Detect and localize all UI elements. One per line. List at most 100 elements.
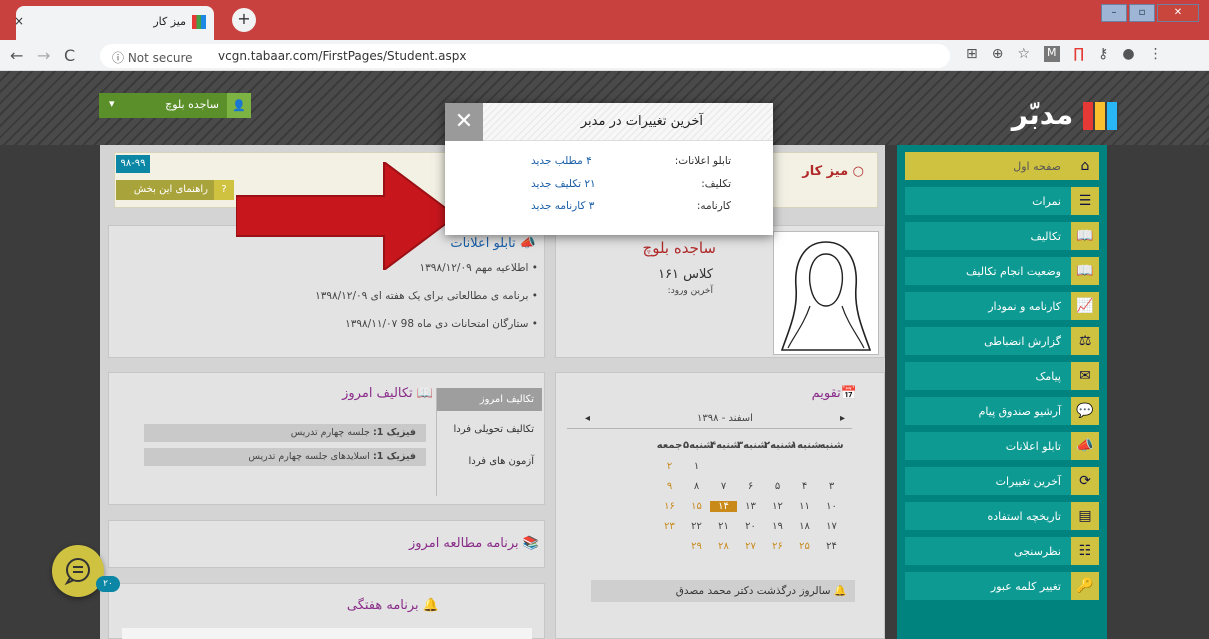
calendar-day[interactable]: ۱۶	[656, 501, 683, 512]
minimize-button[interactable]: –	[1101, 4, 1127, 22]
new-tab-button[interactable]: +	[232, 8, 256, 32]
calendar-day[interactable]: ۲۸	[710, 541, 737, 552]
star-icon[interactable]: ☆	[1017, 46, 1030, 62]
calendar-day[interactable]: ۲۳	[656, 521, 683, 532]
extension-m-icon[interactable]: M	[1044, 46, 1060, 62]
calendar-day[interactable]: ۷	[710, 481, 737, 492]
calendar-week: ۲۴ ۲۵ ۲۶ ۲۷ ۲۸ ۲۹	[656, 541, 845, 552]
calendar-day[interactable]: ۲۵	[791, 541, 818, 552]
calendar-day[interactable]: ۸	[683, 481, 710, 492]
modal-row-link[interactable]: ۳ کارنامه جدید	[531, 200, 594, 212]
calendar-day[interactable]: ۵	[764, 481, 791, 492]
modal-row-link[interactable]: ۴ مطلب جدید	[531, 155, 592, 167]
extension-n-icon[interactable]: ∏	[1074, 46, 1085, 62]
calendar-day[interactable]: ۱۱	[791, 501, 818, 512]
calendar-day[interactable]: ۱۹	[764, 521, 791, 532]
books-stack-icon: 📚	[518, 536, 539, 551]
sidebar-item[interactable]: 🔑 تغییر کلمه عبور	[905, 572, 1099, 600]
sidebar-item[interactable]: ✉ پیامک	[905, 362, 1099, 390]
tab-tomorrow-exams[interactable]: آزمون های فردا	[437, 450, 542, 473]
site-logo[interactable]: مدبّر	[1012, 98, 1119, 131]
calendar-day[interactable]: ۱۵	[683, 501, 710, 512]
homework-title: 📖 تکالیف امروز	[342, 386, 433, 401]
user-menu-button[interactable]: 👤 ساجده بلوچ ▾	[99, 93, 251, 118]
tab-close-icon[interactable]: ×	[14, 14, 24, 28]
calendar-day[interactable]: ۱۴	[710, 501, 737, 512]
profile-icon[interactable]: ●	[1122, 46, 1134, 62]
tab-tomorrow-homework[interactable]: تکالیف تحویلی فردا	[437, 418, 542, 441]
homework-subject: فیزیک 1:	[372, 451, 416, 462]
sidebar-item-label: تغییر کلمه عبور	[990, 579, 1061, 593]
modal-close-button[interactable]: ✕	[445, 103, 483, 141]
calendar-next-button[interactable]: ▸	[840, 413, 845, 424]
translate-icon[interactable]: ⊞	[966, 46, 978, 62]
sidebar-item[interactable]: ▤ تاریخچه استفاده	[905, 502, 1099, 530]
calendar-day[interactable]: ۱۷	[818, 521, 845, 532]
announcement-item[interactable]: • ستارگان امتحانات دی ماه 98 ۱۳۹۸/۱۱/۰۷	[345, 318, 538, 330]
calendar-day[interactable]: ۱۰	[818, 501, 845, 512]
sidebar-item[interactable]: 📖 تکالیف	[905, 222, 1099, 250]
modal-row-key: تکلیف:	[701, 178, 731, 190]
calendar-day[interactable]: ۲۰	[737, 521, 764, 532]
sidebar-item[interactable]: ☷ نظرسنجی	[905, 537, 1099, 565]
calendar-day[interactable]: ۲۷	[737, 541, 764, 552]
menu-icon[interactable]: ⋮	[1149, 46, 1163, 62]
help-button[interactable]: ? راهنمای این بخش	[116, 180, 234, 200]
sidebar-item-label: نظرسنجی	[1014, 544, 1061, 558]
book-icon: 📖	[1071, 222, 1099, 250]
sidebar-item[interactable]: 💬 آرشیو صندوق پیام	[905, 397, 1099, 425]
calendar-day[interactable]: ۴	[791, 481, 818, 492]
homework-row[interactable]: فیزیک 1: جلسه چهارم تدریس	[144, 424, 426, 442]
sidebar-item[interactable]: ⌂ صفحه اول	[905, 152, 1099, 180]
weekday: ۴شنبه	[710, 440, 741, 451]
zoom-icon[interactable]: ⊕	[992, 46, 1004, 62]
calendar-day[interactable]: ۲۶	[764, 541, 791, 552]
chat-button[interactable]	[52, 545, 104, 597]
sidebar-item[interactable]: 📣 تابلو اعلانات	[905, 432, 1099, 460]
year-badge[interactable]: ۹۸-۹۹	[116, 155, 150, 173]
sidebar-item[interactable]: ⟳ آخرین تغییرات	[905, 467, 1099, 495]
calendar-day[interactable]: ۱۳	[737, 501, 764, 512]
calendar-week: ۱۷ ۱۸ ۱۹ ۲۰ ۲۱ ۲۲ ۲۳	[656, 521, 845, 532]
key-icon[interactable]: ⚷	[1098, 46, 1108, 62]
url-field[interactable]: ⓘ Not secure vcgn.tabaar.com/FirstPages/…	[100, 44, 950, 68]
calendar-day[interactable]: ۲۲	[683, 521, 710, 532]
modal-row-link[interactable]: ۲۱ تکلیف جدید	[531, 178, 596, 190]
homework-row[interactable]: فیزیک 1: اسلایدهای جلسه چهارم تدریس	[144, 448, 426, 466]
sidebar-item[interactable]: 📖 وضعیت انجام تکالیف	[905, 257, 1099, 285]
survey-icon: ☷	[1071, 537, 1099, 565]
last-login: آخرین ورود:	[667, 286, 713, 296]
sidebar-item[interactable]: 📈 کارنامه و نمودار	[905, 292, 1099, 320]
close-window-button[interactable]: ✕	[1157, 4, 1199, 22]
reload-icon[interactable]: C	[64, 46, 75, 65]
modal-row-report: کارنامه: ۳ کارنامه جدید	[531, 200, 731, 216]
homework-title-text: تکالیف امروز	[342, 386, 413, 401]
calendar-day[interactable]: ۱۸	[791, 521, 818, 532]
calendar-week: ۱۰ ۱۱ ۱۲ ۱۳ ۱۴ ۱۵ ۱۶	[656, 501, 845, 512]
security-indicator[interactable]: ⓘ Not secure	[112, 49, 193, 66]
calendar-day[interactable]: ۱۲	[764, 501, 791, 512]
maximize-button[interactable]: ▫	[1129, 4, 1155, 22]
announcement-item[interactable]: • برنامه ی مطالعاتی برای یک هفته ای ۱۳۹۸…	[315, 290, 538, 302]
forward-arrow-icon[interactable]: →	[37, 46, 50, 65]
calendar-day[interactable]: ۲۴	[818, 541, 845, 552]
modal-header: ✕ آخرین تغییرات در مدبر	[445, 103, 773, 141]
calendar-day[interactable]: ۹	[656, 481, 683, 492]
calendar-day	[764, 461, 791, 472]
calendar-day[interactable]: ۲۱	[710, 521, 737, 532]
tab-today-homework[interactable]: تکالیف امروز	[437, 388, 542, 411]
sidebar-item[interactable]: ⚖ گزارش انضباطی	[905, 327, 1099, 355]
calendar-day[interactable]: ۳	[818, 481, 845, 492]
calendar-icon: 📅	[840, 386, 857, 401]
sidebar-item[interactable]: ☰ نمرات	[905, 187, 1099, 215]
announcements-title: 📣 تابلو اعلانات	[450, 236, 536, 251]
calendar-day[interactable]: ۶	[737, 481, 764, 492]
desk-circle-icon: ○	[848, 164, 864, 179]
calendar-day[interactable]: ۱	[683, 461, 710, 472]
calendar-day[interactable]: ۲	[656, 461, 683, 472]
calendar-day[interactable]: ۲۹	[683, 541, 710, 552]
back-arrow-icon[interactable]: ←	[10, 46, 23, 65]
weekday: ۱شنبه	[791, 440, 822, 451]
calendar-prev-button[interactable]: ◂	[585, 413, 590, 424]
browser-tab[interactable]: میز کار ×	[14, 6, 214, 40]
